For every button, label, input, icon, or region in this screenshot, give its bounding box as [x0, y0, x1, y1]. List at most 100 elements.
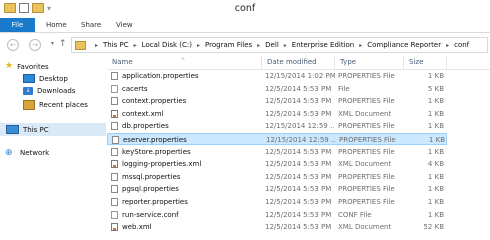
file-type: PROPERTIES File — [338, 97, 395, 106]
file-row[interactable]: logging-properties.xml 12/5/2014 5:53 PM X… — [107, 158, 447, 170]
file-name: reporter.properties — [122, 198, 188, 206]
file-size: 1 KB — [427, 72, 444, 80]
column-header-label: Name — [112, 58, 133, 66]
file-name: mssql.properties — [122, 172, 181, 181]
address-bar[interactable]: ▸ This PC ▸ Local Disk (C:) ▸ Program Fi… — [71, 37, 488, 53]
file-size: 1 KB — [427, 198, 444, 206]
file-name: db.properties — [122, 122, 169, 131]
nav-item-downloads[interactable]: ↓ Downloads — [23, 87, 75, 95]
file-row[interactable]: application.properties 12/15/2014 1:02 PM… — [107, 70, 447, 82]
breadcrumb-compliance-reporter[interactable]: Compliance Reporter — [367, 41, 441, 49]
column-headers: Name ^ Date modified Type Size — [107, 56, 490, 70]
file-size: 4 KB — [427, 160, 444, 169]
breadcrumb-enterprise-edition[interactable]: Enterprise Edition — [292, 41, 354, 49]
file-date-modified: 12/5/2014 5:53 PM — [265, 223, 332, 232]
file-type: PROPERTIES File — [338, 147, 395, 156]
file-row[interactable]: pgsql.properties 12/5/2014 5:53 PM PROPERT… — [107, 183, 447, 195]
chevron-right-icon[interactable]: ▸ — [446, 42, 449, 49]
file-type: PROPERTIES File — [339, 136, 396, 144]
nav-item-label: Network — [20, 149, 50, 157]
back-button[interactable]: ← — [7, 39, 19, 51]
file-date-modified: 12/5/2014 5:53 PM — [265, 198, 332, 206]
network-icon: ⊕ — [5, 148, 13, 158]
tab-home[interactable]: Home — [46, 18, 67, 32]
chevron-right-icon[interactable]: ▸ — [284, 42, 287, 49]
forward-button[interactable]: → — [29, 39, 41, 51]
file-row[interactable]: eserver.properties 12/15/2014 12:59 ... PR… — [107, 133, 447, 145]
file-size: 1 KB — [427, 172, 444, 181]
file-name: application.properties — [122, 72, 199, 80]
title-bar: ▾ conf — [0, 0, 490, 18]
up-button[interactable]: ↑ — [59, 39, 67, 49]
nav-item-label: Downloads — [37, 87, 76, 95]
file-size: 1 KB — [427, 122, 444, 131]
window-title: conf — [234, 3, 256, 14]
column-header-name[interactable]: Name ^ — [107, 56, 262, 69]
tab-view[interactable]: View — [116, 18, 133, 32]
nav-item-recent-places[interactable]: Recent places — [23, 100, 88, 110]
file-type: PROPERTIES File — [338, 185, 395, 194]
breadcrumb-local-disk[interactable]: Local Disk (C:) — [142, 41, 192, 49]
file-date-modified: 12/15/2014 12:59 ... — [266, 136, 336, 144]
desktop-icon — [23, 74, 35, 83]
file-row[interactable]: cacerts 12/5/2014 5:53 PM File 5 KB — [107, 83, 447, 95]
nav-item-label: Desktop — [39, 74, 68, 83]
file-date-modified: 12/5/2014 5:53 PM — [265, 210, 332, 219]
column-header-size[interactable]: Size — [404, 56, 447, 69]
chevron-right-icon[interactable]: ▸ — [134, 42, 137, 49]
file-date-modified: 12/5/2014 5:53 PM — [265, 185, 332, 194]
file-size: 1 KB — [427, 97, 444, 106]
file-type: XML Document — [338, 109, 392, 118]
properties-file-icon — [111, 172, 118, 181]
nav-item-desktop[interactable]: Desktop — [23, 74, 68, 83]
file-type: PROPERTIES File — [338, 72, 395, 80]
file-row[interactable]: reporter.properties 12/5/2014 5:53 PM PROP… — [107, 196, 447, 208]
file-row[interactable]: db.properties 12/15/2014 12:59 ... PROPERT… — [107, 120, 447, 132]
file-type: CONF File — [338, 210, 372, 219]
tab-share[interactable]: Share — [81, 18, 101, 32]
file-type: PROPERTIES File — [338, 122, 395, 131]
nav-item-label: Recent places — [39, 101, 88, 109]
file-row[interactable]: mssql.properties 12/5/2014 5:53 PM PROPERT… — [107, 171, 447, 183]
recent-places-icon — [23, 100, 35, 110]
chevron-right-icon[interactable]: ▸ — [197, 42, 200, 49]
file-row[interactable]: context.xml 12/5/2014 5:53 PM XML Document… — [107, 108, 447, 120]
column-header-date-modified[interactable]: Date modified — [262, 56, 335, 69]
breadcrumb-program-files[interactable]: Program Files — [205, 41, 252, 49]
file-row[interactable]: context.properties 12/5/2014 5:53 PM PROPE… — [107, 95, 447, 107]
file-size: 52 KB — [423, 223, 444, 232]
column-header-type[interactable]: Type — [335, 56, 404, 69]
breadcrumb-conf[interactable]: conf — [454, 41, 469, 49]
file-row[interactable]: keyStore.properties 12/5/2014 5:53 PM PROP… — [107, 146, 447, 158]
generic-file-icon — [111, 84, 118, 93]
file-size: 1 KB — [427, 147, 444, 156]
xml-file-icon — [111, 160, 118, 169]
folder-icon — [75, 40, 86, 50]
recent-locations-icon[interactable]: ▾ — [51, 40, 54, 47]
sort-ascending-icon: ^ — [181, 58, 186, 64]
chevron-right-icon[interactable]: ▸ — [257, 42, 260, 49]
file-date-modified: 12/15/2014 1:02 PM — [265, 72, 335, 80]
file-type: PROPERTIES File — [338, 198, 395, 206]
nav-item-this-pc[interactable]: This PC — [0, 123, 106, 136]
file-size: 1 KB — [428, 136, 445, 144]
file-name: run-service.conf — [122, 210, 179, 219]
tab-file[interactable]: File — [0, 18, 35, 32]
file-name: eserver.properties — [123, 136, 187, 144]
file-name: logging-properties.xml — [122, 160, 202, 169]
nav-item-favorites[interactable]: ★ Favorites — [5, 62, 49, 71]
properties-file-icon — [112, 136, 119, 144]
file-name: cacerts — [122, 84, 148, 93]
file-row[interactable]: web.xml 12/5/2014 5:53 PM XML Document 52 K… — [107, 221, 447, 233]
breadcrumb-dell[interactable]: Dell — [265, 41, 279, 49]
nav-item-network[interactable]: ⊕ Network — [5, 148, 50, 158]
file-size: 1 KB — [427, 210, 444, 219]
file-date-modified: 12/15/2014 12:59 ... — [265, 122, 335, 131]
chevron-right-icon[interactable]: ▸ — [359, 42, 362, 49]
file-row[interactable]: run-service.conf 12/5/2014 5:53 PM CONF Fi… — [107, 209, 447, 221]
breadcrumb-this-pc[interactable]: This PC — [103, 41, 129, 49]
file-name: pgsql.properties — [122, 185, 179, 194]
chevron-right-icon[interactable]: ▸ — [95, 42, 98, 49]
file-size: 1 KB — [427, 185, 444, 194]
xml-file-icon — [111, 109, 118, 118]
